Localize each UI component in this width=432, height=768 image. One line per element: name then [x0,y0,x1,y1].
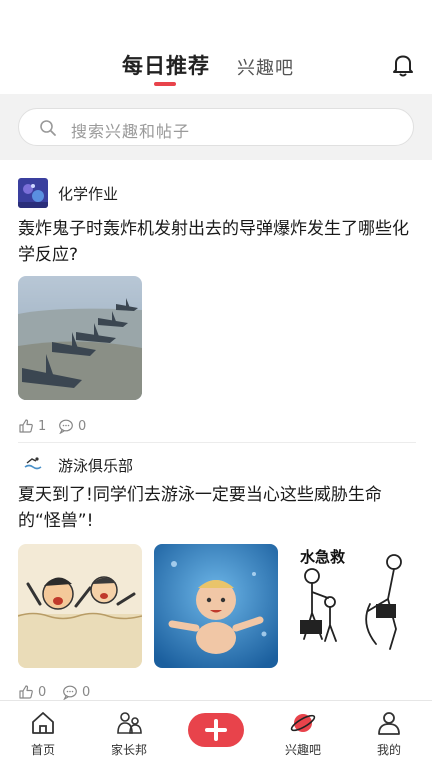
like-count-text: 0 [38,684,47,700]
post-card[interactable]: 游泳俱乐部 夏天到了!同学们去游泳一定要当心这些威胁生命的“怪兽”! 水急救 0… [18,450,416,700]
group-name[interactable]: 游泳俱乐部 [58,455,133,476]
search-placeholder: 搜索兴趣和帖子 [71,122,191,141]
parents-icon [117,712,142,734]
thumbs-up-icon [19,419,33,433]
search-band: 搜索兴趣和帖子 [0,94,432,160]
comment-icon [63,685,77,700]
post-card[interactable]: 化学作业 轰炸鬼子时轰炸机发射出去的导弹爆炸发生了哪些化学反应? 1 0 [18,178,416,438]
tab-daily-recommend[interactable]: 每日推荐 [122,50,210,80]
planet-icon [290,714,316,732]
post-header: 化学作业 [18,178,416,208]
nav-home[interactable]: 首页 [8,709,78,765]
comment-count-text: 0 [78,418,87,434]
group-avatar[interactable] [18,178,48,208]
baby-underwater-image[interactable] [154,544,278,668]
top-header: 每日推荐 兴趣吧 [0,0,432,94]
nav-home-label: 首页 [30,743,55,757]
group-name[interactable]: 化学作业 [58,183,118,204]
comment-icon [59,419,73,434]
feed: 化学作业 轰炸鬼子时轰炸机发射出去的导弹爆炸发生了哪些化学反应? 1 0 游泳俱… [0,160,432,700]
post-divider [18,442,416,443]
like-count[interactable]: 0 [18,684,46,700]
image-caption: 水急救 [300,548,346,566]
fighter-jets-image[interactable] [18,276,142,400]
bottom-nav: 首页 家长邦 兴趣吧 我的 [0,700,432,768]
comment-count-text: 0 [82,684,91,700]
nav-profile-label: 我的 [376,743,401,757]
tab-interest-bar[interactable]: 兴趣吧 [237,54,294,80]
group-avatar[interactable] [18,450,48,480]
nav-parents[interactable]: 家长邦 [94,709,164,765]
drowning-cartoon-image[interactable] [18,544,142,668]
nav-parents-label: 家长邦 [110,743,147,757]
active-tab-indicator [154,82,176,86]
like-count-text: 1 [38,418,47,434]
add-post-button[interactable] [188,713,244,747]
nav-profile[interactable]: 我的 [354,709,424,765]
nav-interest-label: 兴趣吧 [284,743,321,757]
comment-count[interactable]: 0 [58,418,86,434]
water-rescue-image[interactable]: 水急救 [290,544,414,668]
comment-count[interactable]: 0 [62,684,90,700]
post-stats: 0 0 [18,684,218,700]
post-header: 游泳俱乐部 [18,450,416,480]
thumbs-up-icon [19,685,33,699]
home-icon [32,712,54,734]
post-title[interactable]: 夏天到了!同学们去游泳一定要当心这些威胁生命的“怪兽”! [18,482,416,534]
nav-interest[interactable]: 兴趣吧 [268,709,338,765]
search-icon [39,119,57,137]
bell-icon[interactable] [390,52,416,78]
post-stats: 1 0 [18,418,218,438]
profile-icon [378,712,400,735]
post-title[interactable]: 轰炸鬼子时轰炸机发射出去的导弹爆炸发生了哪些化学反应? [18,216,416,268]
search-input[interactable]: 搜索兴趣和帖子 [18,108,414,146]
like-count[interactable]: 1 [18,418,46,434]
